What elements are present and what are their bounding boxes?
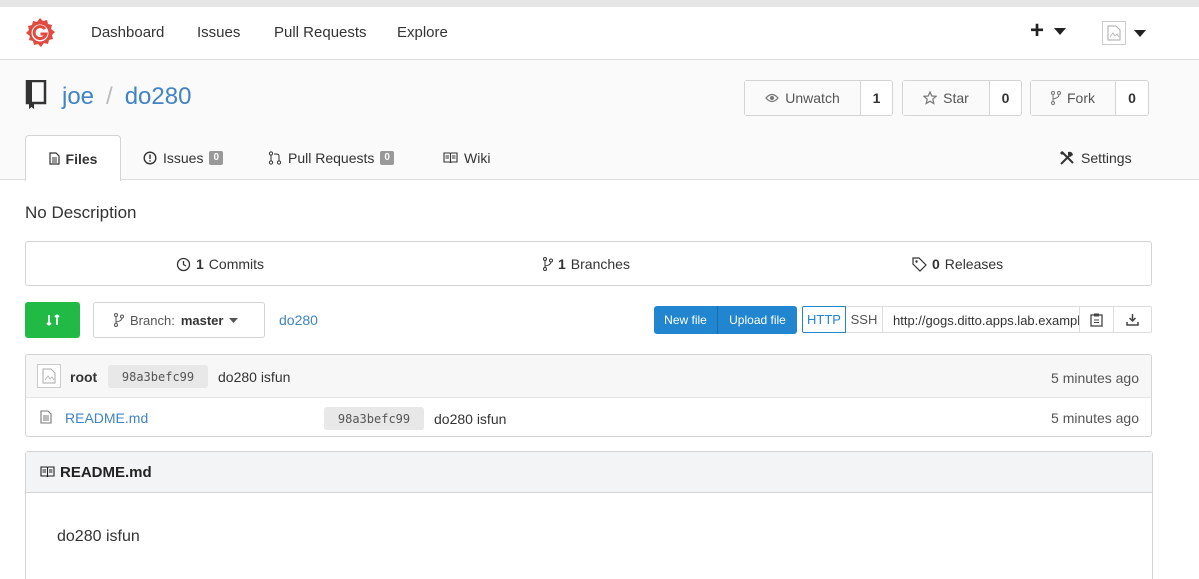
tab-issues[interactable]: Issues 0: [143, 135, 224, 180]
readme-title: README.md: [60, 463, 152, 481]
branch-prefix: Branch:: [130, 312, 175, 328]
tab-issues-label: Issues: [163, 149, 204, 166]
download-button[interactable]: [1114, 306, 1152, 333]
star-label: Star: [943, 90, 969, 106]
watch-count[interactable]: 1: [861, 81, 892, 115]
fork-button[interactable]: Fork: [1031, 81, 1116, 115]
repo-description: No Description: [25, 203, 137, 222]
book-icon: [443, 151, 458, 163]
tab-settings-label: Settings: [1081, 149, 1132, 166]
star-button-group: Star 0: [902, 80, 1022, 116]
tab-files-label: Files: [65, 150, 98, 167]
file-table: root 98a3befc99 do280 isfun 5 minutes ag…: [25, 354, 1152, 437]
new-file-button[interactable]: New file: [654, 306, 717, 334]
user-menu-dropdown[interactable]: [1102, 21, 1146, 45]
tab-pull-requests[interactable]: Pull Requests 0: [268, 135, 394, 180]
file-commit-message[interactable]: do280 isfun: [434, 411, 506, 427]
readme-panel: README.md do280 isfun: [25, 451, 1153, 579]
tools-icon: [1060, 150, 1074, 165]
file-text-icon: [48, 152, 60, 165]
repo-book-icon: [25, 80, 47, 110]
tab-files[interactable]: Files: [25, 135, 121, 181]
gogs-logo[interactable]: [24, 17, 56, 49]
branches-label: Branches: [570, 256, 630, 272]
create-new-dropdown[interactable]: +: [1030, 17, 1067, 44]
branch-icon: [114, 313, 124, 327]
issues-count-badge: 0: [209, 150, 224, 165]
unwatch-label: Unwatch: [785, 90, 840, 106]
file-actions-group: New file Upload file: [654, 306, 797, 334]
fork-button-group: Fork 0: [1030, 80, 1149, 116]
nav-pull-requests[interactable]: Pull Requests: [274, 24, 367, 41]
commits-label: Commits: [208, 256, 265, 272]
book-icon: [40, 466, 55, 478]
avatar: [1102, 21, 1126, 45]
repo-stats-bar: 1 Commits 1 Branches 0 Releases: [25, 241, 1152, 286]
readme-header: README.md: [26, 452, 1152, 493]
readme-content: do280 isfun: [57, 528, 140, 545]
file-commit-time: 5 minutes ago: [1051, 410, 1139, 426]
table-row: README.md 98a3befc99 do280 isfun 5 minut…: [26, 398, 1151, 436]
pull-request-icon: [268, 150, 282, 165]
releases-stat[interactable]: 0 Releases: [912, 242, 1003, 286]
repo-title: joe / do280: [62, 83, 191, 111]
repo-owner-link[interactable]: joe: [62, 83, 94, 111]
commit-time: 5 minutes ago: [1051, 370, 1139, 386]
tab-settings[interactable]: Settings: [1059, 135, 1132, 180]
branches-count: 1: [558, 256, 566, 272]
star-button[interactable]: Star: [903, 81, 990, 115]
commit-author[interactable]: root: [70, 369, 97, 385]
compare-button[interactable]: [25, 302, 80, 338]
clone-http-button[interactable]: HTTP: [802, 306, 846, 333]
commits-count: 1: [196, 256, 204, 272]
clipboard-icon: [1090, 313, 1103, 327]
caret-down-icon: [1134, 29, 1146, 37]
star-icon: [923, 91, 938, 105]
branch-icon: [543, 257, 553, 271]
tag-icon: [912, 256, 927, 272]
repo-separator: /: [106, 83, 113, 110]
clone-ssh-button[interactable]: SSH: [846, 306, 883, 333]
compare-arrows-icon: [45, 314, 60, 326]
upload-file-button[interactable]: Upload file: [717, 306, 797, 334]
clone-url-input[interactable]: http://gogs.ditto.apps.lab.example.com/j…: [883, 306, 1080, 333]
issue-icon: [143, 150, 157, 165]
nav-dashboard[interactable]: Dashboard: [91, 24, 164, 41]
caret-down-icon: [1054, 27, 1067, 35]
pulls-count-badge: 0: [380, 150, 394, 165]
nav-issues[interactable]: Issues: [197, 24, 240, 41]
releases-label: Releases: [944, 256, 1004, 272]
eye-icon: [765, 93, 780, 103]
commit-sha-button[interactable]: 98a3befc99: [108, 365, 208, 388]
avatar: [37, 364, 61, 388]
branch-name: master: [180, 312, 224, 328]
fork-icon: [1051, 91, 1061, 105]
file-name-link[interactable]: README.md: [65, 410, 148, 426]
tab-wiki-label: Wiki: [464, 149, 491, 166]
branches-stat[interactable]: 1 Branches: [543, 242, 630, 286]
releases-count: 0: [932, 256, 940, 272]
star-count[interactable]: 0: [990, 81, 1021, 115]
plus-icon: +: [1030, 17, 1045, 44]
fork-label: Fork: [1067, 90, 1095, 106]
file-commit-sha[interactable]: 98a3befc99: [324, 407, 424, 430]
watch-button-group: Unwatch 1: [744, 80, 893, 116]
tab-wiki[interactable]: Wiki: [443, 135, 490, 180]
commit-message: do280 isfun: [218, 369, 291, 385]
path-breadcrumb-repo[interactable]: do280: [279, 312, 318, 328]
file-icon: [40, 410, 52, 424]
fork-count[interactable]: 0: [1116, 81, 1148, 115]
top-navbar: Dashboard Issues Pull Requests Explore +: [0, 0, 1199, 60]
repo-name-link[interactable]: do280: [125, 83, 192, 111]
commits-stat[interactable]: 1 Commits: [176, 242, 264, 286]
branch-selector[interactable]: Branch: master: [93, 302, 265, 338]
nav-explore[interactable]: Explore: [397, 24, 448, 41]
download-icon: [1126, 314, 1139, 326]
copy-url-button[interactable]: [1080, 306, 1114, 333]
tab-pull-requests-label: Pull Requests: [288, 149, 375, 166]
latest-commit-row: root 98a3befc99 do280 isfun 5 minutes ag…: [26, 355, 1151, 398]
unwatch-button[interactable]: Unwatch: [745, 81, 861, 115]
caret-down-icon: [229, 317, 239, 323]
history-icon: [176, 257, 191, 271]
